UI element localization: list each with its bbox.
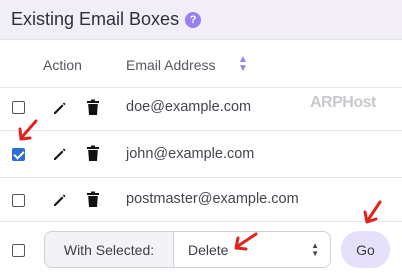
sort-icon[interactable]: ▲ ▼ (238, 55, 248, 74)
select-caret-icon: ▲ ▼ (311, 241, 319, 258)
column-header-action: Action (43, 57, 82, 73)
table-row: john@example.com (0, 131, 402, 178)
panel-header: Existing Email Boxes ? (0, 0, 402, 40)
email-address: postmaster@example.com (126, 191, 299, 207)
panel-title: Existing Email Boxes (11, 9, 180, 29)
delete-trash-icon[interactable] (86, 99, 100, 116)
row-checkbox[interactable] (12, 148, 25, 161)
table-row: postmaster@example.com (0, 178, 402, 222)
row-checkbox[interactable] (12, 101, 25, 114)
table-header-row: Action Email Address ▲ ▼ (0, 40, 402, 88)
edit-pencil-icon[interactable] (52, 100, 68, 116)
edit-pencil-icon[interactable] (52, 192, 68, 208)
watermark-logo: ARPHost (310, 94, 376, 111)
email-address: doe@example.com (126, 99, 252, 115)
email-boxes-panel: Existing Email Boxes ? Action Email Addr… (0, 0, 402, 279)
delete-trash-icon[interactable] (86, 145, 100, 162)
row-checkbox[interactable] (12, 194, 25, 207)
edit-pencil-icon[interactable] (52, 146, 68, 162)
bulk-action-control: With Selected: Delete ▲ ▼ (44, 231, 331, 268)
annotation-arrow-icon (234, 232, 258, 251)
email-address: john@example.com (126, 146, 255, 162)
annotation-arrow-icon (363, 200, 382, 224)
go-button[interactable]: Go (341, 231, 390, 268)
bulk-action-selected-value: Delete (188, 241, 229, 258)
delete-trash-icon[interactable] (86, 191, 100, 208)
with-selected-label: With Selected: (45, 232, 174, 267)
select-all-checkbox[interactable] (12, 244, 25, 257)
help-icon[interactable]: ? (185, 11, 202, 28)
annotation-arrow-icon (18, 119, 38, 141)
column-header-email[interactable]: Email Address (126, 57, 215, 73)
